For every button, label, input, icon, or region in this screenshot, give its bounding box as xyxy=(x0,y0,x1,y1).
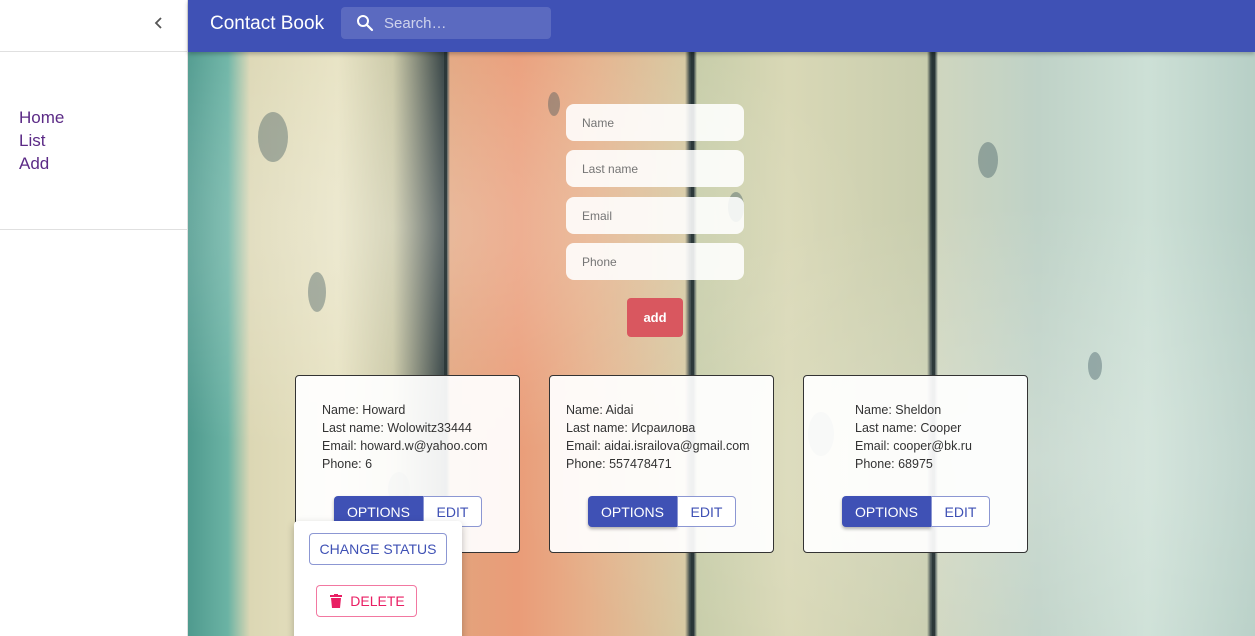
trash-icon xyxy=(330,594,343,608)
contact-info: Name: Howard Last name: Wolowitz33444 Em… xyxy=(322,401,488,473)
email-field[interactable] xyxy=(566,197,744,234)
contact-name: Name: Sheldon xyxy=(855,403,942,417)
paint-chip xyxy=(548,92,560,116)
contact-phone: Phone: 6 xyxy=(322,457,373,471)
contact-phone: Phone: 68975 xyxy=(855,457,933,471)
paint-chip xyxy=(978,142,998,178)
collapse-sidebar-button[interactable] xyxy=(147,11,171,35)
contact-email: Email: howard.w@yahoo.com xyxy=(322,439,488,453)
edit-button[interactable]: EDIT xyxy=(677,496,736,527)
contact-email: Email: aidai.israilova@gmail.com xyxy=(566,439,750,453)
contact-email: Email: cooper@bk.ru xyxy=(855,439,972,453)
delete-button[interactable]: DELETE xyxy=(316,585,417,617)
sidebar: Home List Add xyxy=(0,0,188,636)
contact-info: Name: Aidai Last name: Исраилова Email: … xyxy=(566,401,750,473)
nav-link-home[interactable]: Home xyxy=(19,106,187,129)
app-title: Contact Book xyxy=(210,13,325,34)
nav-link-list[interactable]: List xyxy=(19,129,187,152)
add-contact-button[interactable]: add xyxy=(627,298,683,337)
contact-card: Name: Aidai Last name: Исраилова Email: … xyxy=(549,375,774,553)
search-icon xyxy=(357,15,374,32)
sidebar-header xyxy=(0,0,187,52)
contact-phone: Phone: 557478471 xyxy=(566,457,672,471)
contact-name: Name: Howard xyxy=(322,403,406,417)
contact-last-name: Last name: Исраилова xyxy=(566,421,696,435)
paint-chip xyxy=(308,272,326,312)
search-box[interactable] xyxy=(341,7,551,39)
contact-card: Name: Sheldon Last name: Cooper Email: c… xyxy=(803,375,1028,553)
paint-chip xyxy=(1088,352,1102,380)
last-name-field[interactable] xyxy=(566,150,744,187)
search-input[interactable] xyxy=(384,7,544,39)
app-bar: Contact Book xyxy=(188,0,1255,52)
change-status-button[interactable]: CHANGE STATUS xyxy=(309,533,447,565)
contact-info: Name: Sheldon Last name: Cooper Email: c… xyxy=(855,401,972,473)
options-button[interactable]: OPTIONS xyxy=(588,496,677,527)
name-field[interactable] xyxy=(566,104,744,141)
phone-field[interactable] xyxy=(566,243,744,280)
edit-button[interactable]: EDIT xyxy=(931,496,990,527)
contact-name: Name: Aidai xyxy=(566,403,634,417)
options-button[interactable]: OPTIONS xyxy=(842,496,931,527)
sidebar-nav: Home List Add xyxy=(0,52,187,230)
contact-last-name: Last name: Wolowitz33444 xyxy=(322,421,472,435)
delete-label: DELETE xyxy=(350,593,405,609)
nav-link-add[interactable]: Add xyxy=(19,152,187,175)
options-menu: CHANGE STATUS DELETE xyxy=(294,521,462,636)
contact-last-name: Last name: Cooper xyxy=(855,421,962,435)
paint-chip xyxy=(258,112,288,162)
chevron-left-icon xyxy=(154,17,162,29)
